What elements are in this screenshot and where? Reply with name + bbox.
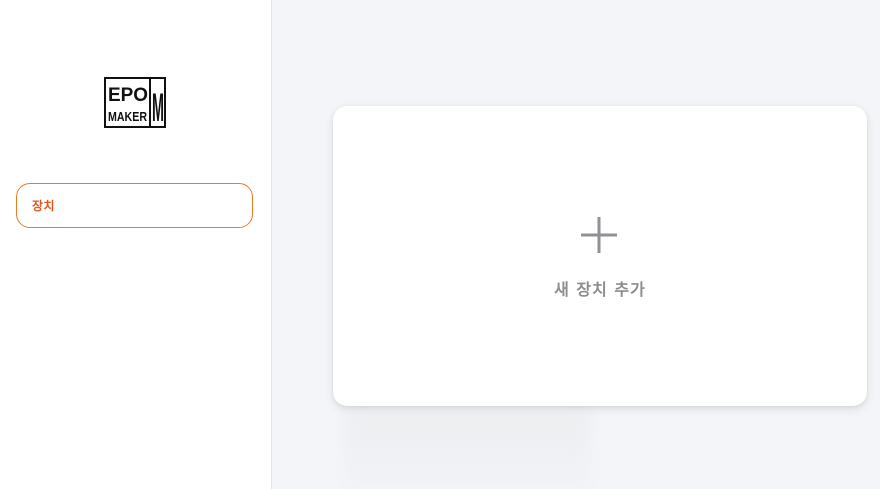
app-window: EPO MAKER M 장치 새 장치 추가: [0, 0, 880, 489]
sidebar-item-label: 장치: [32, 199, 56, 213]
plus-icon: [581, 217, 617, 253]
sidebar: EPO MAKER M 장치: [0, 0, 272, 489]
add-device-card[interactable]: 새 장치 추가: [333, 106, 867, 406]
add-device-label: 새 장치 추가: [554, 280, 646, 299]
svg-text:M: M: [152, 86, 164, 128]
svg-text:MAKER: MAKER: [108, 109, 147, 124]
sidebar-item-devices[interactable]: 장치: [16, 183, 253, 228]
svg-text:EPO: EPO: [108, 85, 148, 106]
background-shadow: [345, 412, 590, 489]
epomaker-logo: EPO MAKER M: [104, 77, 166, 130]
